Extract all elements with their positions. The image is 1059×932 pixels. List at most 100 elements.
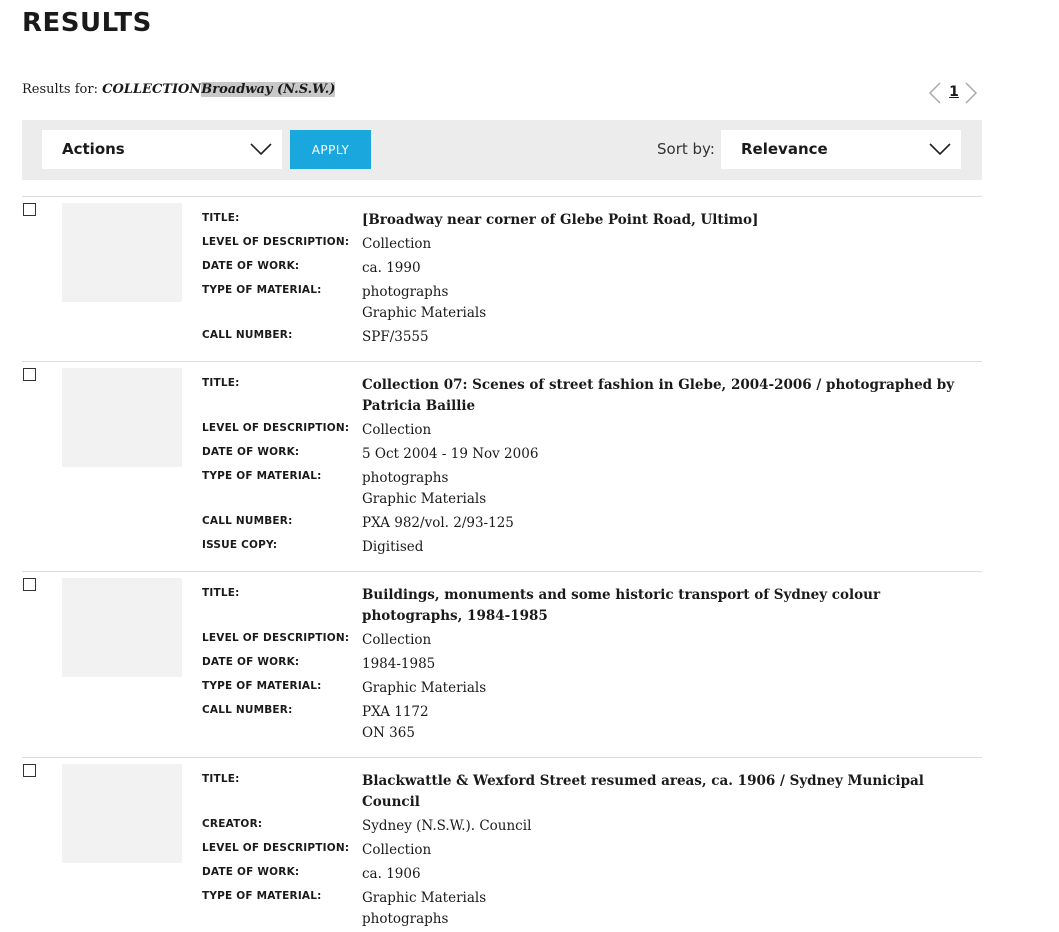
result-field: LEVEL OF DESCRIPTION: Collection [202,840,982,861]
result-field-values: 1984-1985 [362,654,982,675]
result-field-label: DATE OF WORK: [202,446,300,458]
chevron-right-icon[interactable] [964,82,978,104]
page-title: RESULTS [22,8,152,38]
result-field-label: CALL NUMBER: [202,515,293,527]
result-field-label: TITLE: [202,377,240,389]
result-field: LEVEL OF DESCRIPTION: Collection [202,630,982,651]
result-field-label: CREATOR: [202,818,263,830]
result-thumbnail[interactable] [62,368,182,467]
result-item: TITLE: Collection 07: Scenes of street fa… [22,361,982,571]
result-field-label: DATE OF WORK: [202,260,300,272]
result-fields: TITLE: Blackwattle & Wexford Street resum… [202,771,982,932]
result-field-label: TITLE: [202,773,240,785]
result-field-values: Buildings, monuments and some historic t… [362,585,982,627]
result-checkbox[interactable] [23,578,36,591]
result-field-value: Digitised [362,539,424,555]
results-list: TITLE: [Broadway near corner of Glebe Poi… [22,196,982,932]
results-for-search-term: Broadway (N.S.W.) [201,82,336,97]
result-checkbox[interactable] [23,203,36,216]
result-field: TYPE OF MATERIAL: Graphic Materials photog… [202,888,982,930]
result-field: TITLE: Buildings, monuments and some hist… [202,585,982,627]
result-field-label: TYPE OF MATERIAL: [202,470,322,482]
sort-select-value: Relevance [741,140,828,158]
result-field-value: ca. 1990 [362,260,421,276]
result-field: CALL NUMBER: PXA 1172 ON 365 [202,702,982,744]
result-field-label: TITLE: [202,212,240,224]
result-fields: TITLE: [Broadway near corner of Glebe Poi… [202,210,982,348]
result-field-value: 1984-1985 [362,656,436,672]
page-number-current[interactable]: 1 [946,84,962,100]
result-field: TYPE OF MATERIAL: Graphic Materials [202,678,982,699]
result-field-value: Sydney (N.S.W.). Council [362,818,532,834]
result-field-label: LEVEL OF DESCRIPTION: [202,236,350,248]
result-field: DATE OF WORK: ca. 1906 [202,864,982,885]
result-thumbnail[interactable] [62,764,182,863]
result-field: CALL NUMBER: SPF/3555 [202,327,982,348]
result-field-label: LEVEL OF DESCRIPTION: [202,842,350,854]
result-field-value: Collection [362,632,432,648]
result-title-link[interactable]: [Broadway near corner of Glebe Point Roa… [362,210,982,231]
results-for-label: Results for: [22,82,98,97]
result-field: ISSUE COPY: Digitised [202,537,982,558]
result-title-link[interactable]: Blackwattle & Wexford Street resumed are… [362,771,982,813]
result-field: CREATOR: Sydney (N.S.W.). Council [202,816,982,837]
result-fields: TITLE: Buildings, monuments and some hist… [202,585,982,744]
results-for-collection: COLLECTION [102,82,202,97]
result-field: TYPE OF MATERIAL: photographs Graphic Mate… [202,468,982,510]
result-field-values: Collection [362,234,982,255]
pagination: 1 [926,80,982,106]
result-title-link[interactable]: Collection 07: Scenes of street fashion … [362,375,982,417]
result-field-value: 5 Oct 2004 - 19 Nov 2006 [362,446,539,462]
result-field-values: Digitised [362,537,982,558]
apply-button[interactable]: APPLY [290,130,371,169]
result-field-label: DATE OF WORK: [202,866,300,878]
sort-select[interactable]: Relevance [721,130,961,169]
result-field-label: LEVEL OF DESCRIPTION: [202,422,350,434]
result-field-label: TYPE OF MATERIAL: [202,890,322,902]
chevron-down-icon [250,143,272,156]
result-field: TITLE: Collection 07: Scenes of street fa… [202,375,982,417]
result-field-value: ca. 1906 [362,866,421,882]
actions-select[interactable]: Actions [42,130,282,169]
result-field-values: [Broadway near corner of Glebe Point Roa… [362,210,982,231]
result-field-label: TITLE: [202,587,240,599]
result-field-values: PXA 982/vol. 2/93-125 [362,513,982,534]
result-field-value: photographs [362,470,449,486]
results-for-query: COLLECTIONBroadway (N.S.W.) [102,82,336,97]
result-item: TITLE: Blackwattle & Wexford Street resum… [22,757,982,932]
chevron-left-icon[interactable] [928,82,942,104]
result-field-value: Collection [362,422,432,438]
result-field-label: TYPE OF MATERIAL: [202,284,322,296]
result-field-values: Collection [362,840,982,861]
result-thumbnail[interactable] [62,203,182,302]
result-field-label: CALL NUMBER: [202,329,293,341]
result-field-values: Graphic Materials [362,678,982,699]
result-checkbox[interactable] [23,764,36,777]
result-field: DATE OF WORK: ca. 1990 [202,258,982,279]
result-field: TITLE: [Broadway near corner of Glebe Poi… [202,210,982,231]
result-field: CALL NUMBER: PXA 982/vol. 2/93-125 [202,513,982,534]
result-field-label: TYPE OF MATERIAL: [202,680,322,692]
result-checkbox[interactable] [23,368,36,381]
result-field-value: photographs [362,911,449,927]
result-field-values: photographs Graphic Materials [362,282,982,324]
result-field: DATE OF WORK: 5 Oct 2004 - 19 Nov 2006 [202,444,982,465]
result-field-label: CALL NUMBER: [202,704,293,716]
result-field-label: DATE OF WORK: [202,656,300,668]
result-field-value: Graphic Materials [362,491,487,507]
result-field-value: Collection [362,236,432,252]
result-field: LEVEL OF DESCRIPTION: Collection [202,420,982,441]
result-field-value: photographs [362,284,449,300]
result-thumbnail[interactable] [62,578,182,677]
result-field-values: PXA 1172 ON 365 [362,702,982,744]
result-field-values: Blackwattle & Wexford Street resumed are… [362,771,982,813]
result-field-values: SPF/3555 [362,327,982,348]
results-toolbar: Actions APPLY Sort by: Relevance [22,120,982,180]
chevron-down-icon [929,143,951,156]
result-item: TITLE: Buildings, monuments and some hist… [22,571,982,757]
result-field-values: Collection [362,630,982,651]
result-title-link[interactable]: Buildings, monuments and some historic t… [362,585,982,627]
result-field-value: SPF/3555 [362,329,429,345]
result-field: LEVEL OF DESCRIPTION: Collection [202,234,982,255]
result-field-value: Collection [362,842,432,858]
